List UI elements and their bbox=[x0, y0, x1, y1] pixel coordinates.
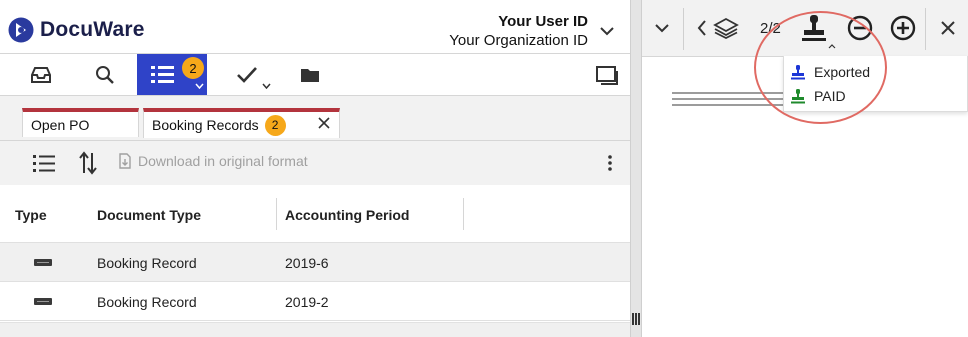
viewer-menu-button[interactable] bbox=[648, 0, 676, 56]
docuware-logo-icon bbox=[8, 17, 34, 43]
checkmark-icon bbox=[237, 66, 257, 83]
chevron-down-icon[interactable] bbox=[598, 24, 616, 38]
cell-document-type: Booking Record bbox=[97, 255, 197, 271]
result-list-button[interactable]: 2 bbox=[137, 54, 207, 95]
chevron-down-icon bbox=[655, 24, 669, 33]
stamp-icon bbox=[791, 89, 805, 104]
zoom-out-button[interactable] bbox=[844, 0, 876, 56]
list-actions-bar: Download in original format bbox=[0, 141, 630, 185]
app-header: DocuWare Your User ID Your Organization … bbox=[0, 0, 630, 54]
tab-count-badge: 2 bbox=[264, 114, 286, 136]
stamp-menu: Exported PAID bbox=[783, 56, 968, 112]
window-button[interactable] bbox=[592, 54, 622, 95]
inbox-tray-icon bbox=[31, 66, 51, 83]
tasks-button[interactable] bbox=[226, 54, 276, 95]
previous-page-button[interactable] bbox=[692, 0, 712, 56]
close-icon bbox=[941, 21, 955, 35]
download-label: Download in original format bbox=[138, 153, 308, 169]
stamp-menu-label: PAID bbox=[814, 88, 846, 104]
stamp-menu-item-paid[interactable]: PAID bbox=[784, 83, 968, 109]
chevron-up-icon bbox=[828, 44, 836, 49]
stamp-icon bbox=[802, 15, 826, 41]
cell-accounting-period: 2019-2 bbox=[285, 294, 329, 310]
stamp-menu-item-exported[interactable]: Exported bbox=[784, 59, 968, 85]
window-icon bbox=[596, 65, 618, 85]
table-header: Type Document Type Accounting Period bbox=[0, 185, 630, 243]
column-header-document-type[interactable]: Document Type bbox=[97, 207, 201, 223]
horizontal-scrollbar[interactable] bbox=[0, 322, 630, 337]
column-divider[interactable] bbox=[276, 198, 277, 230]
column-divider[interactable] bbox=[463, 198, 464, 230]
stamp-icon bbox=[791, 65, 805, 80]
main-toolbar: 2 bbox=[0, 54, 630, 96]
close-viewer-button[interactable] bbox=[934, 0, 962, 56]
user-id: Your User ID bbox=[498, 13, 588, 30]
tab-booking-records[interactable]: Booking Records 2 bbox=[143, 108, 340, 138]
pages-button[interactable] bbox=[712, 0, 740, 56]
zoom-out-icon bbox=[847, 15, 873, 41]
result-tabs: Open PO Booking Records 2 bbox=[0, 96, 630, 141]
column-header-accounting-period[interactable]: Accounting Period bbox=[285, 207, 409, 223]
zoom-in-icon bbox=[890, 15, 916, 41]
chevron-left-icon bbox=[697, 20, 706, 36]
booking-record-type-icon bbox=[34, 259, 52, 266]
organization-id: Your Organization ID bbox=[449, 32, 588, 49]
table-row[interactable]: Booking Record 2019-2 bbox=[0, 282, 630, 321]
zoom-in-button[interactable] bbox=[887, 0, 919, 56]
tab-label: Open PO bbox=[31, 116, 90, 133]
tab-open-po[interactable]: Open PO bbox=[22, 108, 139, 137]
more-options-icon[interactable] bbox=[605, 153, 615, 173]
download-icon bbox=[119, 153, 131, 169]
close-icon[interactable] bbox=[318, 117, 330, 129]
splitter-grip-icon[interactable] bbox=[632, 313, 640, 325]
cell-document-type: Booking Record bbox=[97, 294, 197, 310]
layers-icon bbox=[713, 17, 739, 39]
tray-button[interactable] bbox=[20, 54, 62, 95]
sort-icon[interactable] bbox=[78, 151, 98, 175]
search-icon bbox=[96, 65, 114, 84]
cell-accounting-period: 2019-6 bbox=[285, 255, 329, 271]
page-counter: 2/2 bbox=[760, 20, 781, 37]
tab-label: Booking Records bbox=[152, 117, 259, 133]
folder-icon bbox=[301, 68, 319, 82]
result-list-icon bbox=[151, 65, 174, 83]
result-count-badge: 2 bbox=[182, 57, 204, 79]
file-cabinet-button[interactable] bbox=[290, 54, 330, 95]
search-button[interactable] bbox=[85, 54, 125, 95]
download-original-button[interactable]: Download in original format bbox=[118, 153, 308, 169]
booking-record-type-icon bbox=[34, 298, 52, 305]
viewer-toolbar: 2/2 bbox=[642, 0, 968, 57]
toolbar-divider bbox=[683, 8, 684, 50]
stamp-menu-label: Exported bbox=[814, 64, 871, 80]
list-view-icon[interactable] bbox=[32, 153, 56, 173]
toolbar-divider bbox=[925, 8, 926, 50]
chevron-down-icon bbox=[262, 83, 271, 89]
user-menu[interactable]: Your User ID Your Organization ID bbox=[449, 12, 588, 50]
app-name: DocuWare bbox=[40, 18, 145, 41]
column-header-type[interactable]: Type bbox=[15, 207, 47, 223]
result-list-pane: DocuWare Your User ID Your Organization … bbox=[0, 0, 630, 337]
table-row[interactable]: Booking Record 2019-6 bbox=[0, 243, 630, 282]
result-table: Type Document Type Accounting Period Boo… bbox=[0, 185, 630, 321]
chevron-down-icon bbox=[195, 83, 204, 89]
stamp-button[interactable] bbox=[794, 0, 836, 56]
document-viewer: 2/2 Exported PAID bbox=[642, 0, 968, 337]
docuware-logo[interactable]: DocuWare bbox=[8, 17, 145, 43]
pane-splitter[interactable] bbox=[630, 0, 642, 337]
